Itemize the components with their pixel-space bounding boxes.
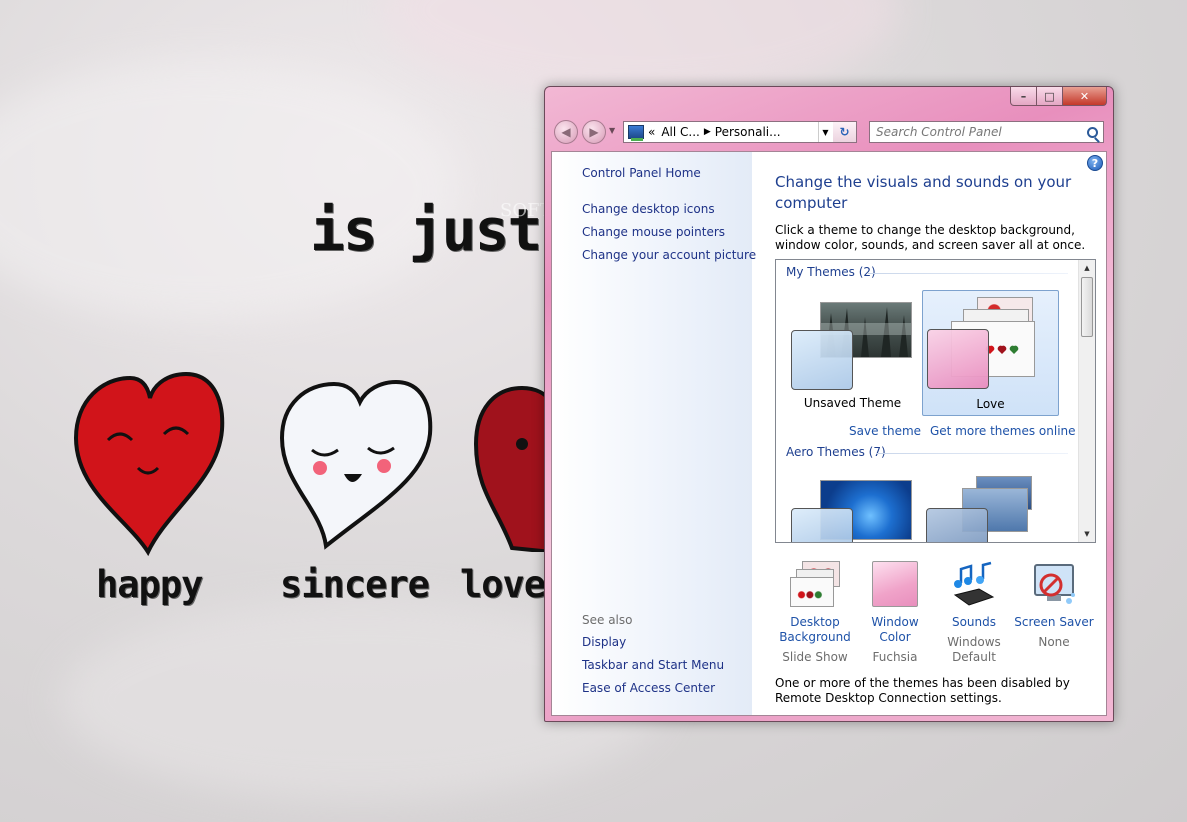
control-panel-icon	[628, 125, 644, 141]
main-content: ? Change the visuals and sounds on your …	[752, 152, 1106, 715]
wallpaper-word-happy: happy	[96, 563, 203, 606]
theme-list-scrollbar[interactable]: ▲ ▼	[1078, 260, 1095, 542]
breadcrumb-all-control-panel[interactable]: All C...	[661, 125, 700, 139]
desktop-background-tile[interactable]: Desktop Background Slide Show	[775, 561, 855, 665]
taskbar-start-menu-link[interactable]: Taskbar and Start Menu	[582, 658, 724, 672]
theme-label: Love	[976, 397, 1005, 411]
sounds-icon	[949, 561, 999, 611]
aero-themes-header[interactable]: Aero Themes (7)	[786, 445, 886, 459]
theme-unsaved[interactable]: Unsaved Theme	[784, 292, 921, 418]
arrow-left-icon: ◀	[561, 125, 571, 139]
maximize-button[interactable]: □	[1037, 87, 1063, 106]
my-themes-header[interactable]: My Themes (2)	[786, 265, 876, 279]
see-also-heading: See also	[582, 613, 633, 627]
display-link[interactable]: Display	[582, 635, 626, 649]
scroll-up-icon[interactable]: ▲	[1079, 260, 1095, 276]
tile-value: None	[1038, 635, 1070, 649]
breadcrumb-separator-icon[interactable]: ▶	[704, 127, 711, 137]
minimize-button[interactable]: –	[1010, 87, 1037, 106]
page-description: Click a theme to change the desktop back…	[775, 223, 1086, 252]
arrow-right-icon: ▶	[589, 125, 599, 139]
scroll-thumb[interactable]	[1081, 277, 1093, 337]
window-client-area: Control Panel Home Change desktop icons …	[551, 151, 1107, 716]
window-glass-preview	[926, 508, 988, 542]
happy-heart-icon	[73, 371, 225, 557]
back-button[interactable]: ◀	[554, 120, 578, 144]
control-panel-home-link[interactable]: Control Panel Home	[582, 166, 701, 180]
theme-windows-7[interactable]	[784, 470, 921, 542]
tile-label: Sounds	[951, 615, 997, 629]
theme-love[interactable]: Love	[922, 290, 1059, 416]
window-color-tile[interactable]: Window Color Fuchsia	[855, 561, 935, 665]
remote-desktop-notice: One or more of the themes has been disab…	[775, 676, 1070, 705]
recent-pages-dropdown[interactable]: ▼	[609, 126, 615, 135]
wallpaper-word-lover: lover	[460, 563, 544, 606]
scroll-down-icon[interactable]: ▼	[1079, 526, 1095, 542]
forward-button[interactable]: ▶	[582, 120, 606, 144]
search-input[interactable]: Search Control Panel	[869, 121, 1104, 143]
group-divider	[876, 453, 1068, 454]
window-color-icon	[870, 561, 920, 611]
tile-value: Fuchsia	[872, 650, 918, 664]
close-button[interactable]: ✕	[1063, 87, 1107, 106]
address-dropdown-icon[interactable]: ▼	[818, 122, 832, 142]
sincere-heart-icon	[279, 379, 433, 550]
change-account-picture-link[interactable]: Change your account picture	[582, 248, 756, 262]
theme-list[interactable]: My Themes (2) Unsaved Theme Love Save th…	[775, 259, 1096, 543]
refresh-icon: ↻	[839, 125, 850, 139]
wallpaper-brush-stroke	[0, 60, 460, 320]
window-glass-preview	[791, 508, 853, 542]
help-icon[interactable]: ?	[1087, 155, 1103, 171]
theme-architecture[interactable]	[922, 470, 1059, 542]
theme-label: Unsaved Theme	[803, 396, 902, 410]
window-color-preview	[927, 329, 989, 389]
page-title: Change the visuals and sounds on your co…	[775, 173, 1072, 212]
tile-label: Desktop Background	[779, 615, 851, 644]
refresh-button[interactable]: ↻	[833, 121, 857, 143]
screen-saver-tile[interactable]: Screen Saver None	[1014, 561, 1094, 650]
sounds-tile[interactable]: Sounds Windows Default	[934, 561, 1014, 665]
tile-value: Slide Show	[782, 650, 848, 664]
tile-value: Windows Default	[947, 635, 1001, 664]
desktop-background-icon	[790, 561, 840, 611]
navigation-bar: ◀ ▶ ▼ « All C... ▶ Personali... ▼ ↻ Sear…	[552, 119, 1108, 144]
address-bar[interactable]: « All C... ▶ Personali... ▼	[623, 121, 857, 143]
window-glass-preview	[791, 330, 853, 390]
tile-label: Screen Saver	[1014, 615, 1094, 629]
task-pane: Control Panel Home Change desktop icons …	[552, 152, 756, 715]
save-theme-link[interactable]: Save theme	[849, 424, 921, 438]
group-divider	[868, 273, 1068, 274]
change-desktop-icons-link[interactable]: Change desktop icons	[582, 202, 715, 216]
personalization-window: – □ ✕ ◀ ▶ ▼ « All C... ▶ Personali... ▼ …	[544, 86, 1114, 722]
get-more-themes-link[interactable]: Get more themes online	[930, 424, 1076, 438]
tile-label: Window Color	[871, 615, 919, 644]
search-placeholder: Search Control Panel	[876, 125, 1002, 139]
ease-of-access-link[interactable]: Ease of Access Center	[582, 681, 715, 695]
screen-saver-icon	[1029, 561, 1079, 611]
lover-heart-icon	[473, 385, 552, 552]
breadcrumb-personalization[interactable]: Personali...	[715, 125, 781, 139]
caption-buttons: – □ ✕	[1010, 87, 1107, 106]
wallpaper-word-sincere: sincere	[280, 563, 430, 606]
search-icon[interactable]	[1087, 126, 1098, 138]
address-overflow-chevron[interactable]: «	[648, 125, 655, 139]
change-mouse-pointers-link[interactable]: Change mouse pointers	[582, 225, 725, 239]
wallpaper-brush-stroke	[380, 0, 900, 100]
